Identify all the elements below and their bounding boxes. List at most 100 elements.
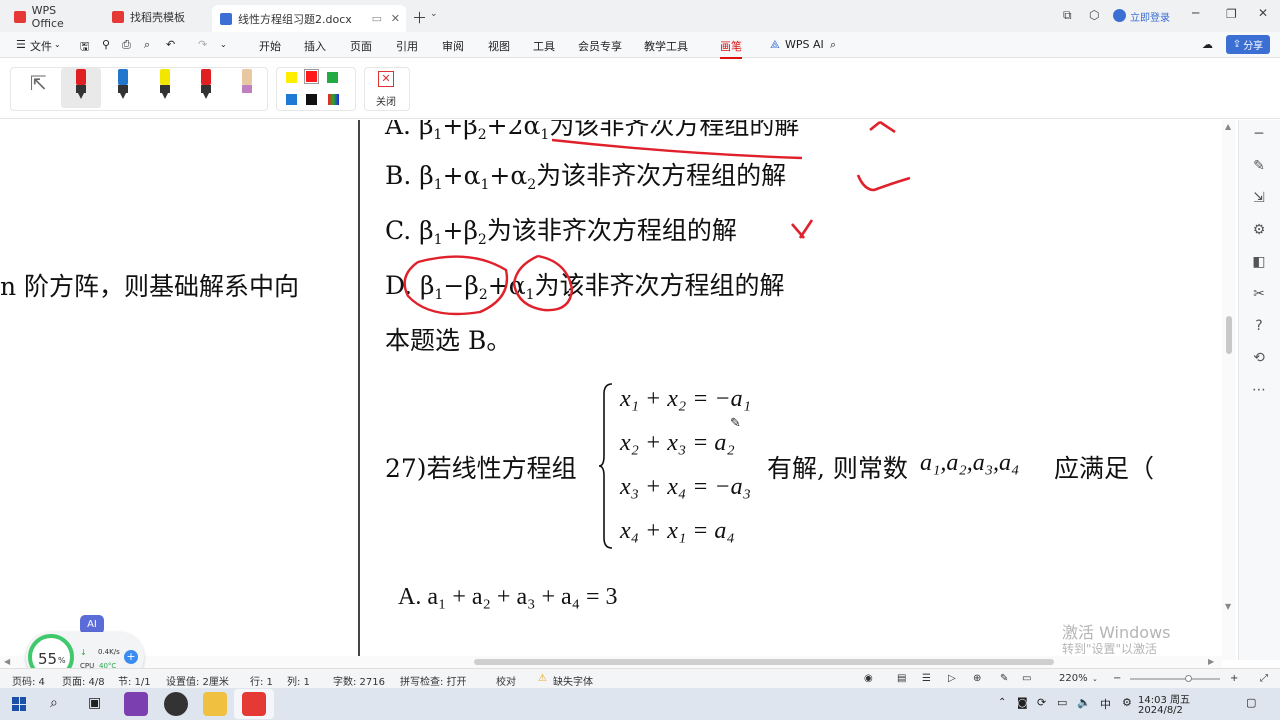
ime-settings-icon[interactable]: ⚙ — [1122, 696, 1132, 709]
restore-icon[interactable]: ❐ — [1226, 7, 1237, 21]
yellow-highlighter-tool[interactable] — [158, 69, 172, 101]
status-page[interactable]: 页码: 4 — [12, 673, 45, 688]
select-icon[interactable]: ⇲ — [1251, 190, 1267, 206]
login-link[interactable]: 立即登录 — [1130, 9, 1170, 24]
menu-insert[interactable]: 插入 — [304, 38, 326, 54]
tab-list-chevron-icon[interactable]: ⌄ — [430, 9, 438, 19]
redo-icon[interactable]: ↷ — [198, 38, 207, 51]
obs-app-icon[interactable] — [164, 692, 188, 716]
file-explorer-icon[interactable] — [203, 692, 227, 716]
menu-tools[interactable]: 工具 — [533, 38, 555, 54]
menu-home[interactable]: 开始 — [259, 38, 281, 54]
status-pages[interactable]: 页面: 4/8 — [62, 673, 105, 688]
share-sidebar-icon[interactable]: ⟲ — [1251, 350, 1267, 366]
start-button-icon[interactable] — [12, 697, 26, 711]
undo-icon[interactable]: ↶ — [166, 38, 175, 51]
status-col[interactable]: 列: 1 — [287, 673, 310, 688]
more-icon[interactable]: ⋯ — [1251, 382, 1267, 398]
menu-wps-ai[interactable]: WPS AI — [785, 38, 824, 51]
swatch-black[interactable] — [306, 94, 317, 105]
tray-camera-icon[interactable]: ◙ — [1017, 696, 1028, 709]
status-word-count[interactable]: 字数: 2716 — [333, 673, 385, 688]
tab-monitor-icon[interactable]: ▭ — [372, 12, 382, 25]
menu-teaching-tools[interactable]: 教学工具 — [644, 38, 688, 54]
settings-sliders-icon[interactable]: ⚙ — [1251, 222, 1267, 238]
close-pen-label[interactable]: 关闭 — [376, 93, 396, 108]
focus-mode-icon[interactable]: ▭ — [1022, 673, 1031, 684]
scroll-left-icon[interactable]: ◀ — [4, 657, 10, 666]
ime-indicator[interactable]: 中 — [1100, 696, 1111, 712]
status-proofread[interactable]: 校对 — [496, 673, 516, 688]
play-icon[interactable]: ▷ — [948, 673, 956, 684]
scroll-down-icon[interactable]: ▼ — [1225, 602, 1231, 611]
tools-icon[interactable]: ✂ — [1251, 286, 1267, 302]
print-icon[interactable]: ⎙ — [122, 38, 131, 52]
tab-document[interactable]: 线性方程组习题2.docx ▭ ✕ — [212, 5, 406, 32]
zoom-out-icon[interactable]: − — [1113, 673, 1121, 684]
help-icon[interactable]: ? — [1251, 318, 1267, 334]
file-chevron-icon[interactable]: ⌄ — [54, 40, 61, 49]
search-taskbar-icon[interactable]: ⌕ — [50, 695, 58, 711]
menu-view[interactable]: 视图 — [488, 38, 510, 54]
fit-page-icon[interactable]: ⤢ — [1260, 673, 1268, 684]
menu-page[interactable]: 页面 — [350, 38, 372, 54]
collapse-icon[interactable]: ─ — [1251, 126, 1267, 142]
tab-wps-office[interactable]: WPS Office — [6, 4, 98, 30]
save-icon[interactable]: 🖫 — [80, 38, 89, 57]
style-icon[interactable]: ◧ — [1251, 254, 1267, 270]
hamburger-icon[interactable]: ☰ — [16, 38, 26, 51]
close-window-icon[interactable]: ✕ — [1258, 6, 1268, 20]
cube-icon[interactable]: ⬡ — [1089, 8, 1099, 22]
eraser-tool[interactable] — [240, 69, 254, 101]
outline-view-icon[interactable]: ☰ — [922, 673, 931, 684]
edit-icon[interactable]: ✎ — [1251, 158, 1267, 174]
search-icon[interactable]: ⌕ — [830, 38, 836, 52]
zoom-slider[interactable] — [1130, 678, 1220, 680]
wps-app-icon[interactable] — [242, 692, 266, 716]
red-marker-tool[interactable] — [199, 69, 213, 101]
new-tab-icon[interactable]: ＋ — [412, 7, 427, 28]
page-view-icon[interactable]: ▤ — [897, 673, 906, 684]
clock-time[interactable]: 14:03 周五 — [1138, 691, 1190, 706]
scroll-right-icon[interactable]: ▶ — [1208, 657, 1214, 666]
horizontal-scrollbar[interactable]: ◀ ▶ — [0, 656, 1222, 668]
menu-file[interactable]: 文件 — [30, 38, 52, 54]
menu-review[interactable]: 审阅 — [442, 38, 464, 54]
zoom-slider-handle[interactable] — [1185, 675, 1192, 682]
zoom-level[interactable]: 220% — [1059, 673, 1088, 684]
task-view-icon[interactable]: ▣ — [88, 695, 101, 711]
scroll-up-icon[interactable]: ▲ — [1225, 122, 1231, 131]
clock-date[interactable]: 2024/8/2 — [1138, 705, 1183, 716]
zoom-in-icon[interactable]: + — [1230, 673, 1238, 684]
network-icon[interactable]: ▭ — [1057, 696, 1067, 709]
tray-sync-icon[interactable]: ⟳ — [1037, 696, 1046, 709]
menu-references[interactable]: 引用 — [396, 38, 418, 54]
document-canvas[interactable]: n 阶方阵，则基础解系中向 A. β1+β2+2α1为该非齐次方程组的解 B. … — [0, 120, 1222, 656]
vertical-scroll-thumb[interactable] — [1226, 316, 1232, 354]
red-pen-tool[interactable] — [74, 69, 88, 101]
menu-pen[interactable]: 画笔 — [720, 38, 742, 59]
share-link-icon[interactable]: ⚲ — [102, 38, 110, 51]
eye-icon[interactable]: ◉ — [864, 673, 873, 684]
swatch-green[interactable] — [327, 72, 338, 83]
tab-close-icon[interactable]: ✕ — [391, 12, 400, 25]
print-preview-icon[interactable]: ⌕ — [144, 38, 150, 52]
pointer-icon[interactable]: ⇱ — [30, 71, 47, 95]
minimize-icon[interactable]: ─ — [1192, 6, 1199, 20]
onenote-app-icon[interactable] — [124, 692, 148, 716]
notification-icon[interactable]: ▢ — [1246, 696, 1256, 709]
volume-icon[interactable]: 🔈 — [1077, 696, 1091, 709]
web-view-icon[interactable]: ⊕ — [973, 673, 981, 684]
window-mode-icon[interactable]: ⧉ — [1063, 8, 1072, 23]
status-spellcheck[interactable]: 拼写检查: 打开 — [400, 673, 467, 688]
horizontal-scroll-thumb[interactable] — [474, 659, 1054, 665]
status-row[interactable]: 行: 1 — [250, 673, 273, 688]
more-colors-icon[interactable] — [328, 94, 339, 105]
swatch-blue[interactable] — [286, 94, 297, 105]
zoom-chevron-icon[interactable]: ⌄ — [1092, 675, 1098, 683]
swatch-yellow[interactable] — [286, 72, 297, 83]
pen-mode-icon[interactable]: ✎ — [1000, 673, 1008, 684]
tab-docer[interactable]: 找稻壳模板 — [104, 5, 208, 29]
menu-member[interactable]: 会员专享 — [578, 38, 622, 54]
swatch-red[interactable] — [304, 69, 319, 84]
